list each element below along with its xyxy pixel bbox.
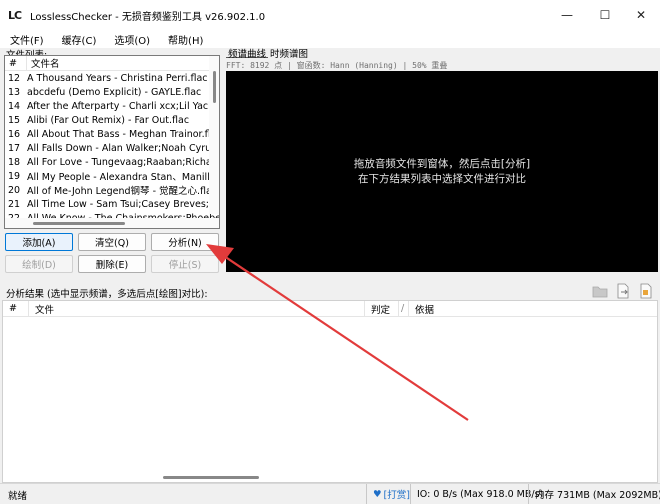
- file-row-num: 13: [8, 86, 21, 98]
- menu-cache[interactable]: 缓存(C): [52, 32, 105, 47]
- file-row-num: 19: [8, 170, 21, 182]
- file-row[interactable]: 16 All About That Bass - Meghan Trainor.f…: [5, 127, 219, 141]
- filelist-vertical-scroll-thumb[interactable]: [213, 71, 216, 103]
- spectrum-tabs: 频谱曲线 时频谱图: [226, 46, 310, 60]
- results-col-file[interactable]: 文件: [29, 301, 365, 316]
- folder-icon[interactable]: [591, 282, 609, 300]
- analyze-button[interactable]: 分析(N): [151, 233, 219, 251]
- minimize-button[interactable]: —: [548, 0, 586, 30]
- file-row[interactable]: 12 A Thousand Years - Christina Perri.fla…: [5, 71, 219, 85]
- filelist-col-num[interactable]: #: [5, 56, 27, 70]
- io-status: IO: 0 B/s (Max 918.0 MB/s): [410, 484, 543, 504]
- file-row[interactable]: 13 abcdefu (Demo Explicit) - GAYLE.flac: [5, 85, 219, 99]
- file-row-num: 12: [8, 72, 21, 84]
- stop-button[interactable]: 停止(S): [151, 255, 219, 273]
- file-row-num: 16: [8, 128, 21, 140]
- add-button[interactable]: 添加(A): [5, 233, 73, 251]
- file-row-name: All About That Bass - Meghan Trainor.fla…: [27, 128, 219, 140]
- menu-file[interactable]: 文件(F): [0, 32, 52, 47]
- file-row-num: 15: [8, 114, 21, 126]
- window-title: LosslessChecker - 无损音频鉴别工具 v26.902.1.0: [30, 11, 266, 23]
- filelist-vertical-scrollbar[interactable]: [209, 56, 219, 214]
- filelist-horizontal-scrollbar[interactable]: [5, 218, 219, 228]
- results-horizontal-scroll-thumb[interactable]: [163, 476, 259, 479]
- app-icon: LC: [8, 8, 22, 22]
- file-row-name: All of Me-John Legend钢琴 - 觉醒之心.flac: [27, 186, 218, 197]
- results-col-num[interactable]: #: [3, 301, 29, 316]
- file-row[interactable]: 15 Alibi (Far Out Remix) - Far Out.flac: [5, 113, 219, 127]
- file-row[interactable]: 20 All of Me-John Legend钢琴 - 觉醒之心.flac: [5, 183, 219, 198]
- menu-options[interactable]: 选项(O): [104, 32, 158, 47]
- file-row-name: A Thousand Years - Christina Perri.flac: [27, 72, 208, 84]
- file-row-name: All Falls Down - Alan Walker;Noah Cyrus;…: [27, 142, 219, 154]
- file-row[interactable]: 19 All My People - Alexandra Stan、Manilla…: [5, 169, 219, 184]
- results-table[interactable]: # 文件 判定 / 依据: [2, 300, 658, 483]
- file-row-num: 21: [8, 198, 21, 210]
- file-row-num: 17: [8, 142, 21, 154]
- status-ready: 就绪: [8, 491, 28, 502]
- close-button[interactable]: ✕: [622, 0, 660, 30]
- status-bar: 就绪 ♥ [打赏] IO: 0 B/s (Max 918.0 MB/s) 内存 …: [0, 483, 660, 504]
- file-row[interactable]: 18 All For Love - Tungevaag;Raaban;Richar…: [5, 155, 219, 169]
- donate-label: [打赏]: [383, 490, 410, 501]
- results-header: # 文件 判定 / 依据: [3, 301, 657, 317]
- draw-button[interactable]: 绘制(D): [5, 255, 73, 273]
- file-row-num: 14: [8, 100, 21, 112]
- delete-button[interactable]: 删除(E): [78, 255, 146, 273]
- file-row-name: All For Love - Tungevaag;Raaban;Richard …: [27, 156, 219, 168]
- results-col-basis[interactable]: 依据: [409, 301, 434, 316]
- file-row-name: Alibi (Far Out Remix) - Far Out.flac: [27, 114, 190, 126]
- results-sort-divider: /: [399, 301, 409, 316]
- maximize-button[interactable]: ☐: [586, 0, 624, 30]
- filelist-header: # 文件名: [5, 56, 219, 71]
- export-icon[interactable]: [614, 282, 632, 300]
- file-row-num: 20: [8, 184, 21, 196]
- file-row-name: All My People - Alexandra Stan、Manilla M…: [27, 172, 219, 183]
- donate-link[interactable]: ♥ [打赏]: [366, 484, 410, 504]
- canvas-hint-line2: 在下方结果列表中选择文件进行对比: [358, 172, 526, 185]
- tab-spectrogram[interactable]: 时频谱图: [268, 46, 310, 60]
- canvas-hint-line1: 拖放音频文件到窗体，然后点击[分析]: [353, 157, 531, 170]
- file-row-num: 18: [8, 156, 21, 168]
- heart-icon: ♥: [373, 488, 382, 500]
- results-col-verdict[interactable]: 判定: [365, 301, 399, 316]
- file-row[interactable]: 21 All Time Low - Sam Tsui;Casey Breves;K…: [5, 197, 219, 211]
- report-icon[interactable]: [637, 282, 655, 300]
- tab-spectrum-curve[interactable]: 频谱曲线: [226, 46, 269, 60]
- filelist-horizontal-scroll-thumb[interactable]: [33, 222, 125, 225]
- file-row[interactable]: 17 All Falls Down - Alan Walker;Noah Cyru…: [5, 141, 219, 155]
- results-label: 分析结果 (选中显示频谱，多选后点[绘图]对比):: [6, 289, 208, 300]
- fft-info: FFT: 8192 点 | 窗函数: Hann (Hanning) | 50% …: [226, 61, 448, 70]
- file-list[interactable]: # 文件名 12 A Thousand Years - Christina Per…: [4, 55, 220, 229]
- title-bar: LC LosslessChecker - 无损音频鉴别工具 v26.902.1.…: [0, 0, 660, 30]
- clear-button[interactable]: 清空(Q): [78, 233, 146, 251]
- menu-bar: 文件(F) 缓存(C) 选项(O) 帮助(H): [0, 30, 660, 48]
- filelist-col-name[interactable]: 文件名: [27, 56, 60, 70]
- memory-status: 内存 731MB (Max 2092MB): [528, 484, 660, 504]
- spectrum-canvas[interactable]: 拖放音频文件到窗体，然后点击[分析] 在下方结果列表中选择文件进行对比: [226, 71, 658, 272]
- menu-help[interactable]: 帮助(H): [158, 32, 211, 47]
- file-row[interactable]: 14 After the Afterparty - Charli xcx;Lil …: [5, 99, 219, 113]
- file-row-name: All Time Low - Sam Tsui;Casey Breves;Kur…: [27, 198, 219, 210]
- file-row-name: abcdefu (Demo Explicit) - GAYLE.flac: [27, 86, 202, 98]
- file-row-name: After the Afterparty - Charli xcx;Lil Ya…: [27, 100, 219, 112]
